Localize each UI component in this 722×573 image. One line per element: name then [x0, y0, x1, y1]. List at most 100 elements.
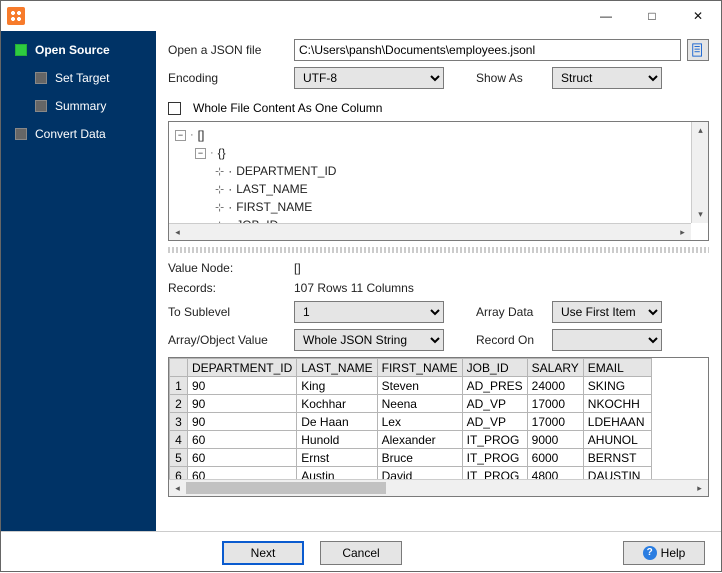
sublevel-label: To Sublevel — [168, 305, 288, 319]
cell[interactable]: David — [377, 467, 462, 480]
value-node-label: Value Node: — [168, 261, 288, 275]
data-grid[interactable]: DEPARTMENT_IDLAST_NAMEFIRST_NAMEJOB_IDSA… — [168, 357, 709, 497]
cell[interactable]: Austin — [297, 467, 377, 480]
close-button[interactable]: ✕ — [675, 1, 721, 31]
records-label: Records: — [168, 281, 288, 295]
cell[interactable]: LDEHAAN — [583, 413, 651, 431]
showas-select[interactable]: Struct — [552, 67, 662, 89]
cell[interactable]: 60 — [188, 467, 297, 480]
arraydata-label: Array Data — [476, 305, 546, 319]
column-header[interactable]: DEPARTMENT_ID — [188, 359, 297, 377]
cell[interactable]: 4800 — [527, 467, 583, 480]
cell[interactable]: 90 — [188, 413, 297, 431]
cell[interactable]: Bruce — [377, 449, 462, 467]
recordon-select[interactable] — [552, 329, 662, 351]
splitter[interactable] — [168, 247, 709, 253]
cell[interactable]: 60 — [188, 431, 297, 449]
tree-node-field[interactable]: DEPARTMENT_ID — [236, 164, 336, 178]
sidebar-item-set-target[interactable]: Set Target — [1, 67, 156, 95]
cell[interactable]: King — [297, 377, 377, 395]
cell[interactable]: IT_PROG — [462, 467, 527, 480]
value-node-value: [] — [294, 261, 301, 275]
table-row[interactable]: 560ErnstBruceIT_PROG6000BERNST — [170, 449, 652, 467]
cell[interactable]: Neena — [377, 395, 462, 413]
collapse-icon[interactable]: − — [175, 130, 186, 141]
help-icon: ? — [643, 546, 657, 560]
status-box-icon — [15, 44, 27, 56]
table-row[interactable]: 660AustinDavidIT_PROG4800DAUSTIN — [170, 467, 652, 480]
cancel-button[interactable]: Cancel — [320, 541, 402, 565]
sublevel-select[interactable]: 1 — [294, 301, 444, 323]
cell[interactable]: 17000 — [527, 413, 583, 431]
collapse-icon[interactable]: − — [195, 148, 206, 159]
cell[interactable]: BERNST — [583, 449, 651, 467]
cell[interactable]: AD_PRES — [462, 377, 527, 395]
sidebar-item-convert-data[interactable]: Convert Data — [1, 123, 156, 151]
cell[interactable]: 9000 — [527, 431, 583, 449]
column-header[interactable]: SALARY — [527, 359, 583, 377]
status-box-icon — [15, 128, 27, 140]
tree-hscrollbar[interactable]: ◂▸ — [169, 223, 691, 240]
sidebar-item-summary[interactable]: Summary — [1, 95, 156, 123]
next-button[interactable]: Next — [222, 541, 304, 565]
encoding-select[interactable]: UTF-8 — [294, 67, 444, 89]
cell[interactable]: AD_VP — [462, 413, 527, 431]
cell[interactable]: 90 — [188, 395, 297, 413]
showas-label: Show As — [476, 71, 546, 85]
row-number: 1 — [170, 377, 188, 395]
cell[interactable]: Kochhar — [297, 395, 377, 413]
json-tree[interactable]: −·[] −·{} ⊹·DEPARTMENT_ID ⊹·LAST_NAME ⊹·… — [168, 121, 709, 241]
cell[interactable]: 90 — [188, 377, 297, 395]
status-box-icon — [35, 100, 47, 112]
tree-node-field[interactable]: LAST_NAME — [236, 182, 307, 196]
tree-node-object[interactable]: {} — [218, 146, 226, 160]
cell[interactable]: Steven — [377, 377, 462, 395]
status-box-icon — [35, 72, 47, 84]
app-icon — [7, 7, 25, 25]
cell[interactable]: IT_PROG — [462, 431, 527, 449]
row-number: 4 — [170, 431, 188, 449]
table-row[interactable]: 390De HaanLexAD_VP17000LDEHAAN — [170, 413, 652, 431]
cell[interactable]: AD_VP — [462, 395, 527, 413]
cell[interactable]: Hunold — [297, 431, 377, 449]
arrobj-select[interactable]: Whole JSON String — [294, 329, 444, 351]
cell[interactable]: DAUSTIN — [583, 467, 651, 480]
cell[interactable]: SKING — [583, 377, 651, 395]
help-button[interactable]: ?Help — [623, 541, 705, 565]
sidebar-item-open-source[interactable]: Open Source — [1, 39, 156, 67]
sidebar-item-label: Convert Data — [35, 127, 106, 141]
cell[interactable]: NKOCHH — [583, 395, 651, 413]
cell[interactable]: 24000 — [527, 377, 583, 395]
table-row[interactable]: 190KingStevenAD_PRES24000SKING — [170, 377, 652, 395]
tree-vscrollbar[interactable]: ▴▾ — [691, 122, 708, 223]
maximize-button[interactable]: □ — [629, 1, 675, 31]
column-header[interactable]: LAST_NAME — [297, 359, 377, 377]
file-path-input[interactable] — [294, 39, 681, 61]
column-header[interactable]: FIRST_NAME — [377, 359, 462, 377]
table-row[interactable]: 460HunoldAlexanderIT_PROG9000AHUNOL — [170, 431, 652, 449]
table-row[interactable]: 290KochharNeenaAD_VP17000NKOCHH — [170, 395, 652, 413]
cell[interactable]: Lex — [377, 413, 462, 431]
cell[interactable]: 60 — [188, 449, 297, 467]
grid-hscrollbar[interactable]: ◂▸ — [169, 479, 708, 496]
cell[interactable]: Alexander — [377, 431, 462, 449]
records-value: 107 Rows 11 Columns — [294, 281, 414, 295]
column-header[interactable]: JOB_ID — [462, 359, 527, 377]
main-panel: Open a JSON file Encoding UTF-8 Show As … — [156, 31, 721, 531]
tree-node-root[interactable]: [] — [198, 128, 205, 142]
cell[interactable]: Ernst — [297, 449, 377, 467]
row-number: 2 — [170, 395, 188, 413]
browse-button[interactable] — [687, 39, 709, 61]
whole-file-checkbox[interactable] — [168, 102, 181, 115]
cell[interactable]: 6000 — [527, 449, 583, 467]
cell[interactable]: De Haan — [297, 413, 377, 431]
cell[interactable]: 17000 — [527, 395, 583, 413]
tree-node-field[interactable]: FIRST_NAME — [236, 200, 312, 214]
sidebar-item-label: Open Source — [35, 43, 110, 57]
minimize-button[interactable]: — — [583, 1, 629, 31]
column-header[interactable]: EMAIL — [583, 359, 651, 377]
cell[interactable]: AHUNOL — [583, 431, 651, 449]
recordon-label: Record On — [476, 333, 546, 347]
arraydata-select[interactable]: Use First Item — [552, 301, 662, 323]
cell[interactable]: IT_PROG — [462, 449, 527, 467]
